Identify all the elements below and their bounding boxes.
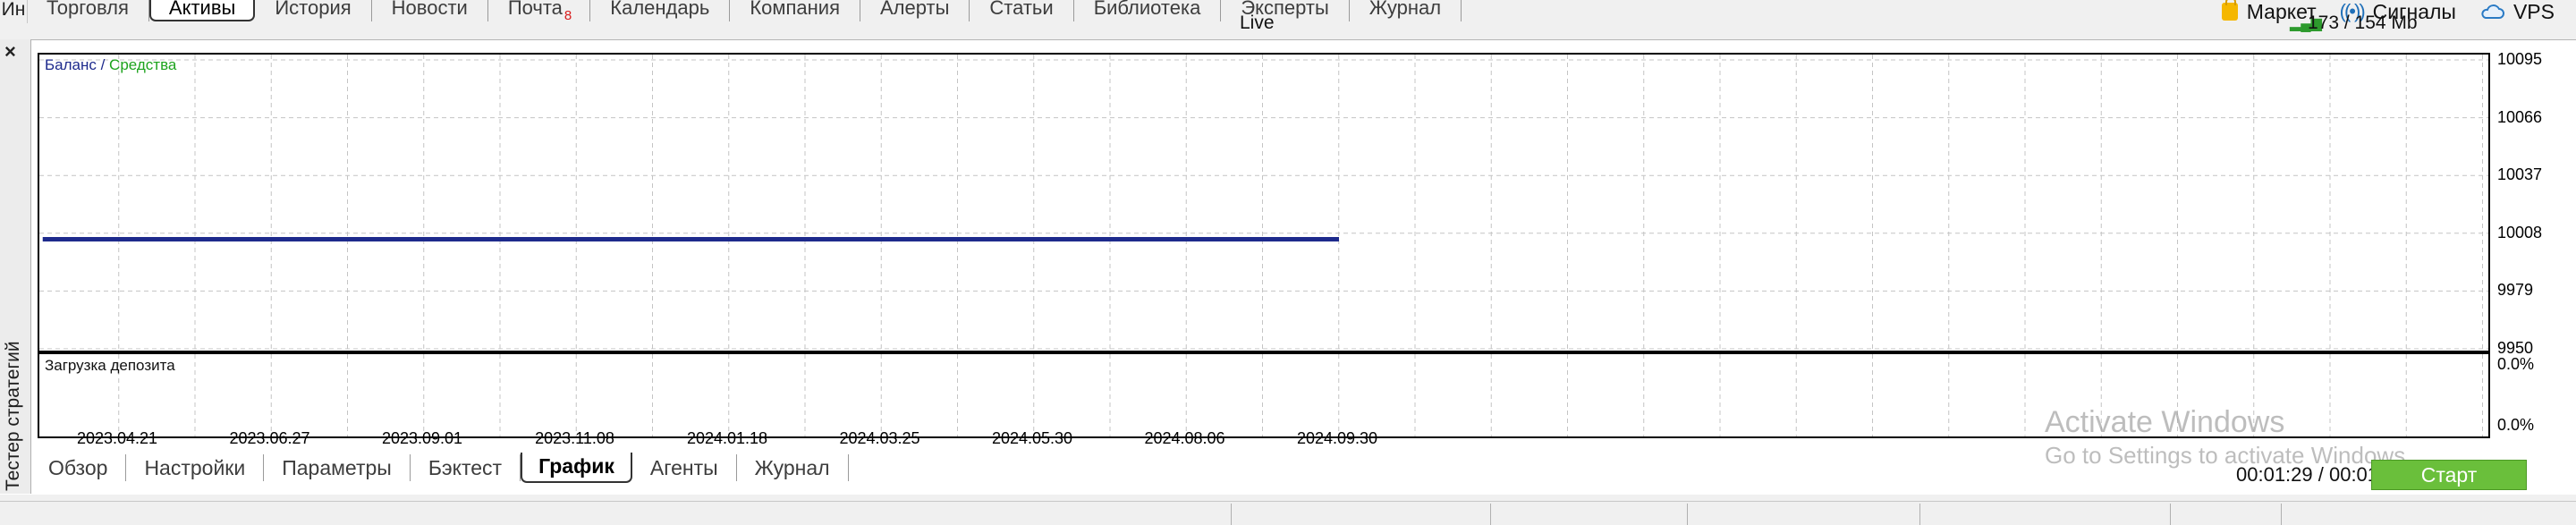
- balance-chart[interactable]: Баланс / Средства: [38, 53, 2490, 352]
- sub-y-tick-label: 0.0%: [2497, 355, 2535, 373]
- tab-label: Статьи: [989, 0, 1054, 19]
- tab-label: Почта: [507, 0, 563, 19]
- tab-label: Календарь: [610, 0, 710, 19]
- x-tick-label: 2024.05.30: [991, 429, 1073, 447]
- status-bar: [0, 501, 2576, 525]
- vps-button[interactable]: VPS: [2479, 0, 2555, 23]
- tab-label: Торговля: [47, 0, 129, 19]
- status-divider: [1231, 504, 1232, 525]
- status-divider: [1919, 504, 1920, 525]
- tab-tester-1[interactable]: Настройки: [126, 454, 265, 481]
- x-tick-label: 2024.01.18: [686, 429, 768, 447]
- y-tick-label: 10066: [2497, 107, 2543, 126]
- watermark-title: Activate Windows: [2045, 405, 2285, 439]
- legend-balance: Баланс: [45, 56, 97, 73]
- cloud-icon: [2481, 4, 2504, 19]
- x-tick-label: 2023.04.21: [76, 429, 158, 447]
- tester-tabs: Обзор Настройки Параметры Бэктест График Аген…: [30, 453, 849, 487]
- x-tick-label: 2024.09.30: [1296, 429, 1378, 447]
- tab-tester-0[interactable]: Обзор: [30, 454, 127, 481]
- tab-top-4[interactable]: Почта 8: [488, 0, 591, 23]
- tab-top-1[interactable]: Активы: [148, 0, 256, 21]
- x-tick-label: 2023.11.08: [535, 429, 614, 447]
- mail-count-badge: 8: [564, 8, 572, 23]
- tab-label: Алерты: [880, 0, 950, 19]
- tab-tester-3[interactable]: Бэктест: [411, 454, 521, 481]
- y-tick-label: 9950: [2497, 339, 2534, 357]
- tab-label: Новости: [391, 0, 468, 19]
- chart-legend: Баланс / Средства: [45, 56, 176, 74]
- status-divider: [1687, 504, 1688, 525]
- panel-side-strip: × Тестер стратегий: [0, 39, 31, 494]
- x-tick-label: 2024.03.25: [839, 429, 920, 447]
- tab-label: Журнал: [1368, 0, 1442, 19]
- tab-top-5[interactable]: Календарь: [590, 0, 731, 21]
- sub-y-tick-label: 0.0%: [2497, 416, 2535, 434]
- start-button[interactable]: Старт: [2371, 460, 2527, 490]
- vps-label: VPS: [2512, 0, 2555, 23]
- activate-windows-watermark: Activate Windows Go to Settings to activ…: [2045, 404, 2411, 470]
- close-icon[interactable]: ×: [4, 42, 16, 62]
- x-tick-label: 2023.06.27: [229, 429, 310, 447]
- tab-top-7[interactable]: Алерты: [860, 0, 970, 21]
- legend-separator: /: [96, 56, 110, 73]
- top-tab-bar: Ин Торговля Активы История Новости Почта 8 Кал…: [0, 0, 2576, 23]
- panel-vertical-title: Тестер стратегий: [3, 341, 23, 491]
- x-tick-label: 2024.08.06: [1144, 429, 1225, 447]
- x-tick-label: 2023.09.01: [381, 429, 463, 447]
- status-divider: [2170, 504, 2171, 525]
- deposit-load-title: Загрузка депозита: [45, 357, 175, 374]
- tab-label: Компания: [750, 0, 840, 19]
- tab-top-0[interactable]: Торговля: [27, 0, 149, 21]
- legend-equity: Средства: [109, 56, 177, 73]
- status-live: Live: [1240, 13, 1275, 33]
- status-divider: [2281, 504, 2282, 525]
- y-tick-label: 10037: [2497, 165, 2543, 184]
- tab-top-2[interactable]: История: [255, 0, 372, 21]
- balance-chart-plot: [39, 55, 2488, 351]
- tab-tester-2[interactable]: Параметры: [264, 454, 411, 481]
- left-panel-label[interactable]: Ин: [0, 0, 28, 23]
- shopping-bag-icon: [2221, 0, 2238, 21]
- y-tick-label: 10095: [2497, 50, 2543, 68]
- tab-top-11[interactable]: Журнал: [1350, 0, 1462, 21]
- tab-tester-4[interactable]: График: [521, 453, 632, 483]
- status-divider: [1490, 504, 1491, 525]
- tab-label: Библиотека: [1093, 0, 1201, 19]
- tab-top-3[interactable]: Новости: [372, 0, 488, 21]
- y-tick-label: 10008: [2497, 223, 2543, 241]
- tab-top-9[interactable]: Библиотека: [1074, 0, 1222, 21]
- tab-tester-5[interactable]: Агенты: [632, 454, 737, 481]
- y-tick-label: 9979: [2497, 281, 2534, 300]
- tab-label: Активы: [168, 0, 236, 19]
- status-memory: 173 / 154 Mb: [2308, 13, 2418, 33]
- tab-top-6[interactable]: Компания: [730, 0, 860, 21]
- tab-label: История: [275, 0, 352, 19]
- tab-top-8[interactable]: Статьи: [970, 0, 1074, 21]
- tab-tester-6[interactable]: Журнал: [737, 454, 849, 481]
